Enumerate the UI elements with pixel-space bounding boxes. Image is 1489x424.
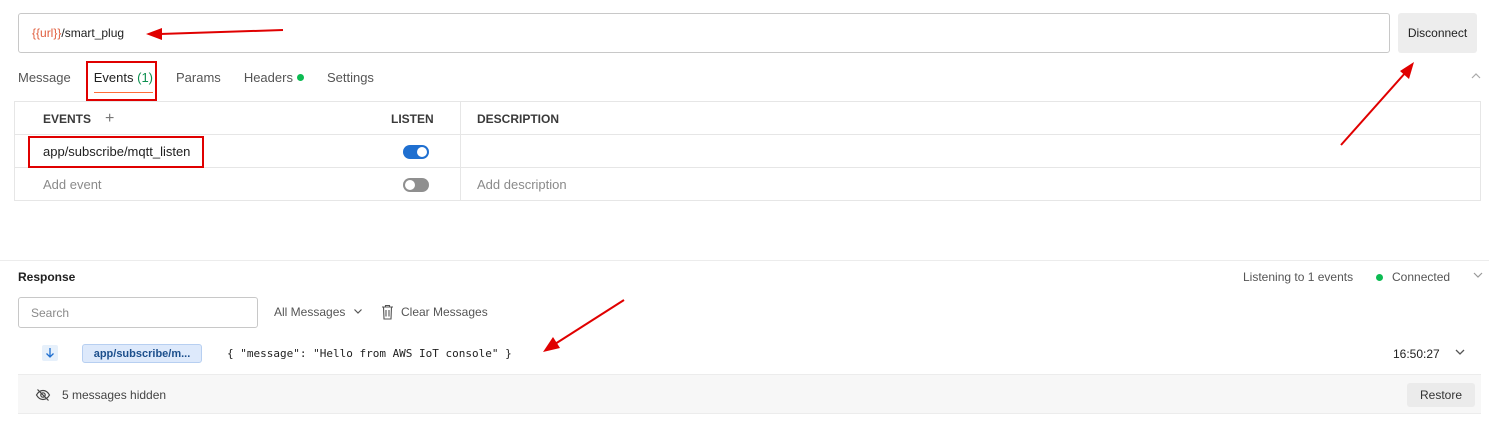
toggle-switch[interactable] (403, 177, 429, 192)
tab-params[interactable]: Params (176, 64, 221, 94)
status-dot-icon (296, 74, 304, 81)
add-event-input[interactable]: Add event (43, 168, 102, 201)
url-input[interactable]: {{url}}/smart_plug (18, 13, 1390, 53)
hidden-messages-text: 5 messages hidden (62, 388, 167, 402)
events-header: EVENTS + (43, 102, 114, 135)
listen-toggle[interactable] (403, 135, 429, 168)
message-body: { "message": "Hello from AWS IoT console… (227, 347, 512, 360)
tab-label: Message (18, 70, 71, 85)
toggle-switch[interactable] (403, 144, 429, 159)
message-row[interactable]: app/subscribe/m... { "message": "Hello f… (18, 338, 1481, 370)
annotation-box-events-tab (86, 61, 157, 101)
url-variable: {{url}} (32, 26, 62, 40)
status-text: Connected (1392, 270, 1451, 284)
table-header-row: EVENTS + LISTEN DESCRIPTION (15, 102, 1480, 135)
response-title: Response (18, 270, 76, 284)
filter-label: All Messages (274, 305, 346, 319)
chevron-down-icon[interactable] (1472, 269, 1484, 284)
eye-off-icon (35, 389, 51, 401)
listen-toggle[interactable] (403, 168, 429, 201)
trash-icon (382, 304, 393, 320)
connection-status: Connected (1376, 270, 1450, 284)
status-dot-icon (1376, 273, 1383, 281)
events-table: EVENTS + LISTEN DESCRIPTION app/subscribe… (14, 101, 1481, 201)
request-tabs: Message Events (1) Params Headers Settin… (18, 64, 397, 94)
restore-button[interactable]: Restore (1407, 383, 1475, 407)
table-row-new: Add event Add description (15, 168, 1480, 201)
url-path: /smart_plug (61, 26, 125, 40)
description-header: DESCRIPTION (477, 111, 560, 126)
table-row: app/subscribe/mqtt_listen (15, 135, 1480, 168)
chevron-up-icon[interactable] (1470, 70, 1482, 82)
tab-settings[interactable]: Settings (327, 64, 374, 94)
section-divider (0, 260, 1489, 261)
disconnect-button[interactable]: Disconnect (1398, 13, 1477, 53)
annotation-box-event-name (28, 136, 204, 168)
tab-label: Settings (326, 70, 374, 85)
search-input[interactable]: Search (18, 297, 258, 328)
plus-icon[interactable]: + (105, 110, 114, 128)
topic-badge: app/subscribe/m... (82, 344, 202, 363)
clear-label: Clear Messages (401, 305, 488, 319)
tab-label: Headers (243, 70, 293, 85)
tab-message[interactable]: Message (18, 64, 71, 94)
hidden-messages-bar: 5 messages hidden Restore (18, 374, 1481, 414)
header-label: EVENTS (43, 111, 92, 126)
tab-headers[interactable]: Headers (244, 64, 304, 94)
chevron-down-icon[interactable] (1454, 346, 1466, 361)
message-timestamp: 16:50:27 (1393, 347, 1440, 361)
clear-messages-button[interactable]: Clear Messages (381, 304, 488, 320)
listen-header: LISTEN (391, 111, 434, 126)
listening-status: Listening to 1 events (1243, 270, 1354, 284)
chevron-down-icon (353, 309, 362, 314)
tab-label: Params (176, 70, 221, 85)
add-description-input[interactable]: Add description (477, 168, 567, 201)
message-filter-dropdown[interactable]: All Messages (274, 305, 363, 319)
arrow-down-icon (42, 345, 58, 361)
